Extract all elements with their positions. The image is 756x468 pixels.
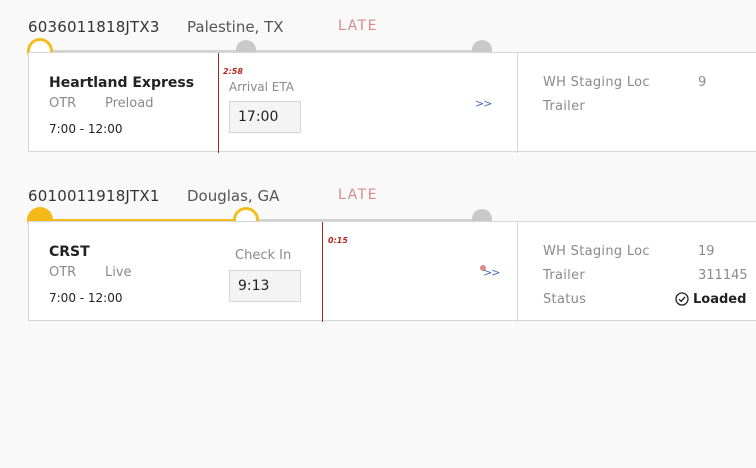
wh-staging-label: WH Staging Loc <box>543 244 650 259</box>
shipment-mode: OTR <box>49 96 77 111</box>
arrival-eta-input[interactable]: 17:00 <box>229 101 301 133</box>
late-marker-time: 2:58 <box>223 67 243 76</box>
appointment-window: 7:00 - 12:00 <box>49 122 123 136</box>
late-marker-line <box>218 53 219 153</box>
status-badge: LATE <box>338 187 379 203</box>
shipment-location: Palestine, TX <box>187 18 284 36</box>
wh-staging-label: WH Staging Loc <box>543 75 650 90</box>
trailer-label: Trailer <box>543 268 586 283</box>
wh-staging-value: 19 <box>698 244 715 259</box>
carrier-name: CRST <box>49 244 90 260</box>
shipment-location: Douglas, GA <box>187 187 280 205</box>
shipment-row[interactable]: 6036011818JTX3 Palestine, TX LATE Heartl… <box>0 0 756 153</box>
arrival-eta-label: Arrival ETA <box>229 80 294 94</box>
late-marker-time: 0:15 <box>328 236 348 245</box>
trailer-label: Trailer <box>543 99 586 114</box>
trailer-value: 311145 <box>698 268 748 283</box>
shipment-card: Heartland Express OTR Preload 7:00 - 12:… <box>28 52 756 153</box>
section-divider <box>517 53 518 153</box>
expand-arrows-icon[interactable]: >> <box>475 97 492 110</box>
load-type: Live <box>105 265 132 280</box>
wh-staging-value: 9 <box>698 75 707 90</box>
shipment-id: 6010011918JTX1 <box>28 187 160 205</box>
status-badge: LATE <box>338 18 379 34</box>
status-value-text: Loaded <box>693 292 747 307</box>
status-value: Loaded <box>675 292 746 307</box>
shipment-row[interactable]: 6010011918JTX1 Douglas, GA LATE CRST OTR… <box>0 169 756 322</box>
load-type: Preload <box>105 96 154 111</box>
appointment-window: 7:00 - 12:00 <box>49 291 123 305</box>
shipment-card: CRST OTR Live 7:00 - 12:00 0:15 Check In… <box>28 221 756 322</box>
check-in-label: Check In <box>235 248 292 263</box>
shipment-mode: OTR <box>49 265 77 280</box>
check-circle-icon <box>675 292 689 306</box>
section-divider <box>517 222 518 322</box>
late-marker-line <box>322 222 323 322</box>
shipment-id: 6036011818JTX3 <box>28 18 160 36</box>
expand-arrows-icon[interactable]: >> <box>483 266 500 279</box>
status-label: Status <box>543 292 587 307</box>
check-in-input[interactable]: 9:13 <box>229 270 301 302</box>
carrier-name: Heartland Express <box>49 75 195 91</box>
